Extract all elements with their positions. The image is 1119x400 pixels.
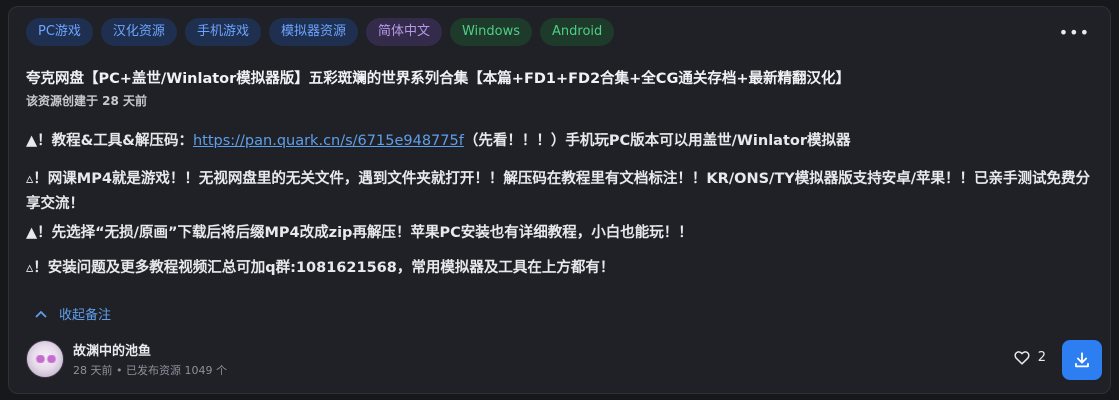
created-time: 该资源创建于 28 天前 [26, 94, 148, 108]
tag-list: PC游戏 汉化资源 手机游戏 模拟器资源 简体中文 Windows Androi… [26, 18, 615, 46]
like-count: 2 [1037, 350, 1046, 365]
uploader-meta: 28 天前 • 已发布资源 1049 个 [73, 364, 227, 377]
chevron-up-icon [35, 310, 47, 318]
note-line-2: ▵！网课MP4就是游戏！！无视网盘里的无关文件，遇到文件夹就打开！！解压码在教程… [26, 171, 1091, 212]
note-line-4: ▵！安装问题及更多教程视频汇总可加q群:1081621568，常用模拟器及工具在… [26, 260, 615, 276]
tag-windows[interactable]: Windows [449, 18, 533, 46]
note-line-1-prefix: ▲！教程&工具&解压码： [26, 133, 193, 149]
more-options-icon[interactable]: ••• [1059, 25, 1090, 41]
download-icon [1075, 352, 1089, 368]
note-line-1: ▲！教程&工具&解压码：https://pan.quark.cn/s/6715e… [26, 129, 1101, 154]
quark-link[interactable]: https://pan.quark.cn/s/6715e948775f [193, 133, 464, 149]
tag-emulator[interactable]: 模拟器资源 [268, 18, 358, 46]
collapse-notes-label: 收起备注 [59, 308, 112, 323]
collapse-notes-button[interactable]: 收起备注 [35, 304, 111, 323]
like-button[interactable]: 2 [1014, 350, 1046, 365]
resource-card: PC游戏 汉化资源 手机游戏 模拟器资源 简体中文 Windows Androi… [8, 6, 1111, 394]
uploader[interactable]: 故渊中的池鱼 28 天前 • 已发布资源 1049 个 [26, 340, 227, 378]
heart-icon [1014, 351, 1030, 365]
post-title: 夸克网盘【PC+盖世/Winlator模拟器版】五彩斑斓的世界系列合集【本篇+F… [26, 71, 850, 87]
avatar[interactable] [26, 340, 64, 378]
tag-localized[interactable]: 汉化资源 [100, 18, 177, 46]
download-button[interactable] [1062, 340, 1102, 380]
uploader-name[interactable]: 故渊中的池鱼 [73, 340, 227, 359]
note-line-3: ▲！先选择“无损/原画”下载后将后缀MP4改成zip再解压！苹果PC安装也有详细… [26, 225, 693, 241]
note-line-1-suffix: （先看！！！）手机玩PC版本可以用盖世/Winlator模拟器 [463, 133, 851, 149]
tag-android[interactable]: Android [540, 18, 615, 46]
tag-simplified-chinese[interactable]: 简体中文 [365, 18, 442, 46]
tag-pc-games[interactable]: PC游戏 [26, 18, 93, 46]
tag-mobile-games[interactable]: 手机游戏 [184, 18, 261, 46]
